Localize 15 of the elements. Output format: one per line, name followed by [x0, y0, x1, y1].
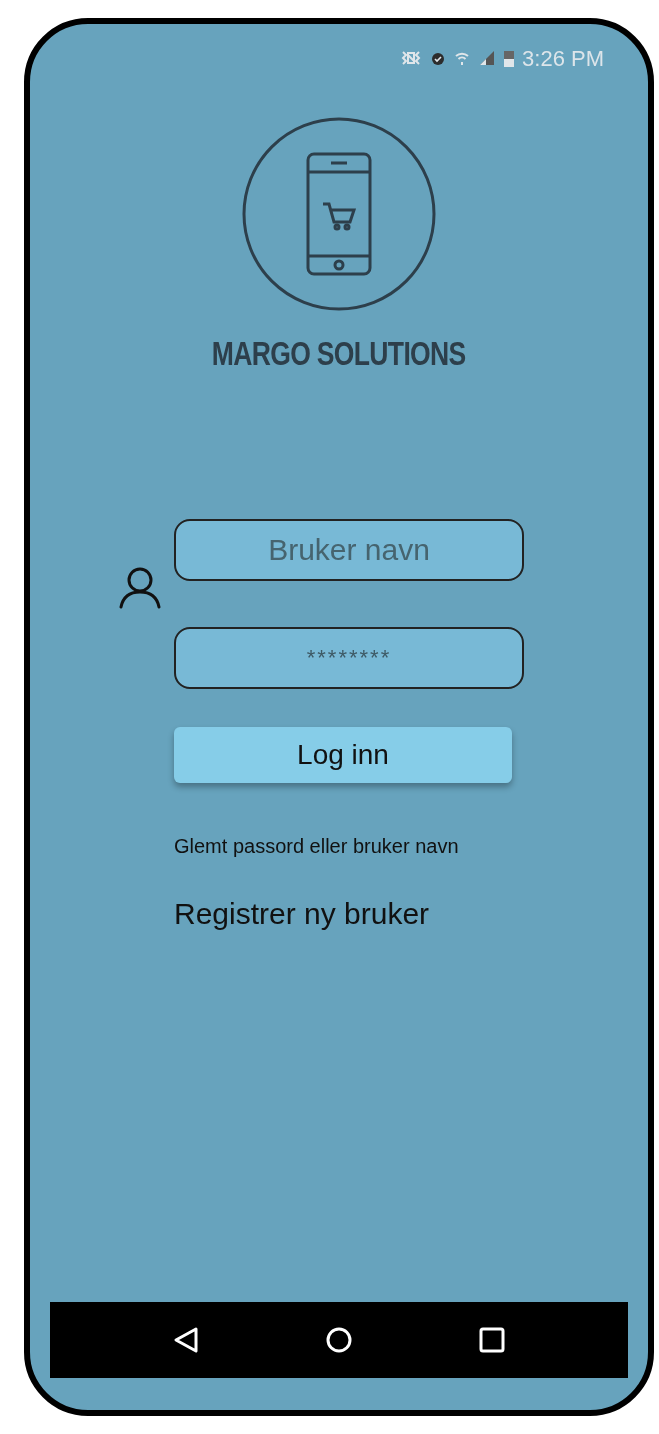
register-link[interactable]: Registrer ny bruker	[174, 891, 524, 936]
wifi-icon	[454, 50, 471, 66]
back-icon[interactable]	[173, 1326, 199, 1354]
phone-cart-logo-icon	[241, 116, 437, 312]
signal-icon	[478, 49, 497, 67]
status-time: 3:26 PM	[522, 44, 604, 73]
user-icon	[118, 565, 162, 609]
battery-icon	[504, 49, 515, 67]
username-field[interactable]: Bruker navn	[174, 519, 524, 581]
brand-name: MARGO SOLUTIONS	[212, 333, 466, 374]
forgot-password-link[interactable]: Glemt passord eller bruker navn	[174, 831, 524, 861]
recent-apps-icon[interactable]	[479, 1327, 505, 1353]
login-button[interactable]: Log inn	[174, 727, 512, 783]
home-icon[interactable]	[325, 1326, 353, 1354]
password-field[interactable]: ********	[174, 627, 524, 689]
